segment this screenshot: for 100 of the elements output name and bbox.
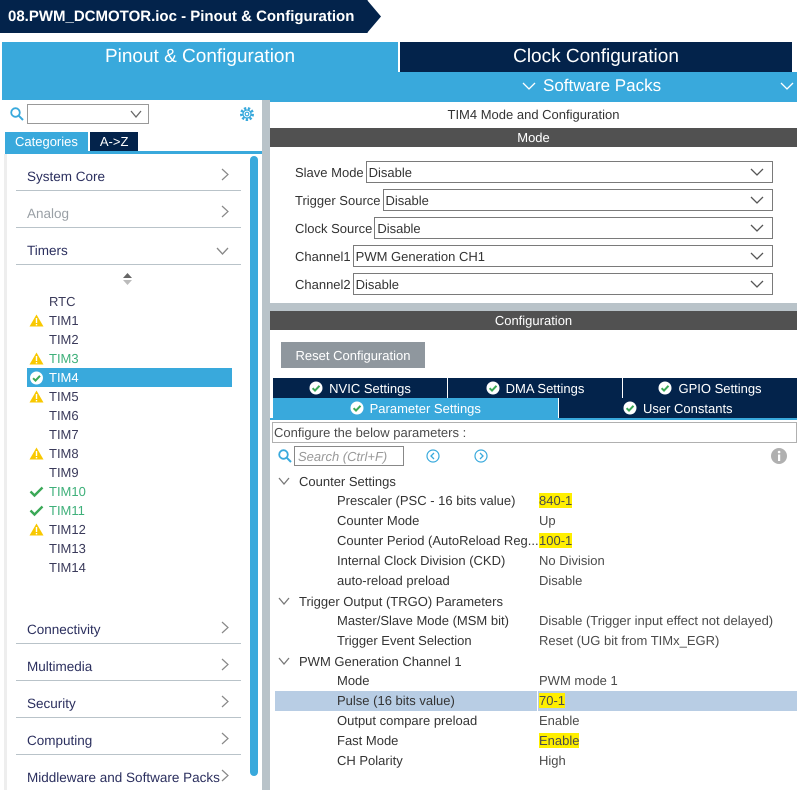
check-circle-icon: [658, 381, 672, 395]
parameter-name[interactable]: Internal Clock Division (CKD): [275, 551, 537, 571]
parameter-value[interactable]: 100-1: [539, 533, 572, 548]
warning-icon: [29, 447, 44, 460]
parameter-name[interactable]: Counter Period (AutoReload Reg...: [275, 531, 537, 551]
chevron-down-icon: [750, 252, 764, 260]
mode-select[interactable]: Disable: [374, 217, 773, 239]
parameter-value[interactable]: Enable: [539, 713, 580, 728]
category-item[interactable]: Security: [16, 681, 241, 718]
timer-item[interactable]: TIM13: [27, 539, 232, 558]
parameter-value[interactable]: High: [539, 753, 566, 768]
tree-group[interactable]: PWM Generation Channel 1: [275, 651, 797, 671]
mode-select[interactable]: Disable: [382, 189, 773, 211]
field-label: Trigger Source: [295, 192, 380, 208]
parameter-name[interactable]: Fast Mode: [275, 731, 537, 751]
parameter-name[interactable]: Pulse (16 bits value): [275, 691, 537, 711]
chevron-down-icon: [522, 82, 536, 90]
timer-item[interactable]: TIM2: [27, 330, 232, 349]
category-item[interactable]: Middleware and Software Packs: [16, 755, 241, 790]
view-tab[interactable]: A->Z: [90, 132, 138, 151]
chevron-down-icon: [750, 168, 764, 176]
parameter-value[interactable]: PWM mode 1: [539, 673, 618, 688]
timer-item[interactable]: TIM7: [27, 425, 232, 444]
search-icon: [278, 449, 292, 463]
timer-item[interactable]: TIM14: [27, 558, 232, 577]
previous-icon: [426, 449, 440, 463]
settings-tab[interactable]: User Constants: [558, 398, 797, 418]
parameter-value[interactable]: Disable (Trigger input effect not delayed): [539, 613, 774, 628]
chevron-down-icon: [750, 280, 764, 288]
parameter-name[interactable]: CH Polarity: [275, 751, 537, 771]
info-icon: [771, 448, 787, 464]
tree-group[interactable]: Trigger Output (TRGO) Parameters: [275, 591, 797, 611]
check-circle-icon: [309, 381, 324, 395]
parameter-value[interactable]: Up: [539, 513, 556, 528]
settings-icon: [238, 105, 256, 123]
next-icon: [474, 449, 488, 463]
parameter-name[interactable]: Master/Slave Mode (MSM bit): [275, 611, 537, 631]
parameter-name[interactable]: Output compare preload: [275, 711, 537, 731]
chevron-right-icon: [221, 769, 229, 782]
main-tab[interactable]: Clock Configuration: [400, 42, 792, 72]
parameter-name[interactable]: Counter Mode: [275, 511, 537, 531]
tree-group[interactable]: Counter Settings: [275, 471, 797, 491]
parameter-name[interactable]: Trigger Event Selection: [275, 631, 537, 651]
chevron-right-icon: [221, 732, 229, 745]
category-item[interactable]: Computing: [16, 718, 241, 755]
timer-item[interactable]: TIM8: [27, 444, 232, 463]
parameter-value[interactable]: 70-1: [539, 693, 566, 708]
timer-item[interactable]: TIM5: [27, 387, 232, 406]
warning-icon: [29, 352, 44, 365]
parameter-name[interactable]: Mode: [275, 671, 537, 691]
warning-icon: [29, 523, 44, 536]
timer-item[interactable]: TIM6: [27, 406, 232, 425]
chevron-down-icon: [278, 657, 290, 665]
check-circle-icon: [29, 370, 44, 384]
timer-item[interactable]: TIM1: [27, 311, 232, 330]
check-icon: [29, 504, 44, 517]
category-item[interactable]: System Core: [16, 154, 241, 191]
parameter-value[interactable]: Disable: [539, 573, 582, 588]
timer-item[interactable]: RTC: [27, 292, 232, 311]
chevron-right-icon: [221, 658, 229, 671]
splitter[interactable]: [262, 100, 270, 790]
parameter-value[interactable]: Reset (UG bit from TIMx_EGR): [539, 633, 720, 648]
chevron-down-icon: [130, 110, 142, 118]
chevron-down-icon: [278, 477, 290, 485]
field-label: Channel1: [295, 248, 351, 264]
category-item[interactable]: Multimedia: [16, 644, 241, 681]
category-item[interactable]: Timers: [16, 228, 241, 265]
parameter-value[interactable]: No Division: [539, 553, 605, 568]
parameter-name[interactable]: Prescaler (PSC - 16 bits value): [275, 491, 537, 511]
check-circle-icon: [350, 401, 364, 415]
settings-tab[interactable]: NVIC Settings: [273, 378, 447, 398]
chevron-down-icon: [278, 597, 290, 605]
sort-icon: [123, 273, 132, 285]
parameter-value[interactable]: 840-1: [539, 493, 572, 508]
field-label: Clock Source: [295, 220, 372, 236]
scrollbar[interactable]: [250, 156, 258, 776]
panel-title: TIM4 Mode and Configuration: [446, 106, 620, 124]
parameter-value[interactable]: Enable: [539, 733, 580, 748]
chevron-right-icon: [221, 695, 229, 708]
chevron-down-icon: [750, 224, 764, 232]
settings-tab[interactable]: GPIO Settings: [623, 378, 797, 398]
field-label: Channel2: [295, 276, 351, 292]
chevron-right-icon: [221, 621, 229, 634]
warning-icon: [29, 314, 44, 327]
category-item[interactable]: Connectivity: [16, 607, 241, 644]
search-icon: [10, 107, 24, 121]
chevron-right-icon: [221, 168, 229, 181]
settings-tab[interactable]: DMA Settings: [448, 378, 622, 398]
mode-select[interactable]: Disable: [366, 161, 773, 183]
parameter-name[interactable]: auto-reload preload: [275, 571, 537, 591]
mode-select[interactable]: Disable: [352, 273, 773, 295]
search-combo[interactable]: [27, 104, 149, 124]
chevron-down-icon: [780, 82, 794, 90]
section-header: Mode: [270, 128, 797, 147]
search-field[interactable]: Search (Ctrl+F): [294, 446, 404, 466]
section-header: Configuration: [270, 311, 797, 330]
timer-item[interactable]: TIM12: [27, 520, 232, 539]
splitter[interactable]: [270, 303, 797, 311]
mode-select[interactable]: PWM Generation CH1: [352, 245, 773, 267]
timer-item[interactable]: TIM9: [27, 463, 232, 482]
